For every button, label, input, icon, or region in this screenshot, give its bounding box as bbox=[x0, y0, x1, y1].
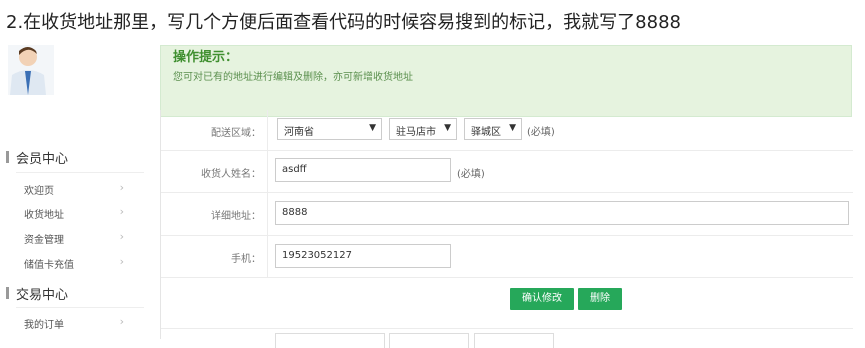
chevron-right-icon: › bbox=[119, 315, 124, 328]
row-divider bbox=[267, 110, 268, 150]
chevron-right-icon: › bbox=[119, 205, 124, 218]
row-divider bbox=[267, 150, 268, 192]
sidebar-item-label: 储值卡充值 bbox=[24, 260, 74, 271]
phone-row: 手机： 19523052127 bbox=[161, 235, 853, 278]
sidebar-item-funds[interactable]: 资金管理 › bbox=[24, 230, 124, 246]
sidebar-item-welcome[interactable]: 欢迎页 › bbox=[24, 181, 124, 197]
dropdown-caret-icon: ▼ bbox=[444, 123, 451, 133]
address-label: 详细地址： bbox=[211, 211, 261, 222]
recipient-name-value: asdff bbox=[282, 164, 307, 175]
group-marker bbox=[6, 287, 9, 299]
phone-label: 手机： bbox=[231, 254, 261, 265]
mobile-input[interactable]: 19523052127 bbox=[275, 244, 451, 268]
address-row: 详细地址： 8888 bbox=[161, 192, 853, 236]
tips-title: 操作提示： bbox=[173, 50, 239, 65]
sidebar-item-label: 资金管理 bbox=[24, 235, 64, 246]
recipient-name-input[interactable]: asdff bbox=[275, 158, 451, 182]
row-divider bbox=[267, 235, 268, 277]
sidebar-item-card-recharge[interactable]: 储值卡充值 › bbox=[24, 255, 124, 271]
sidebar-item-label: 我的订单 bbox=[24, 320, 64, 331]
divider bbox=[16, 172, 144, 173]
required-hint: (必填) bbox=[527, 127, 555, 138]
chevron-right-icon: › bbox=[119, 230, 124, 243]
row-divider bbox=[267, 192, 268, 235]
chevron-right-icon: › bbox=[119, 181, 124, 194]
region-label: 配送区域： bbox=[211, 128, 261, 139]
next-address-row bbox=[161, 328, 853, 348]
ghost-field bbox=[389, 333, 469, 348]
required-hint: (必填) bbox=[457, 169, 485, 180]
district-value: 驿城区 bbox=[471, 127, 501, 138]
sidebar-item-my-orders[interactable]: 我的订单 › bbox=[24, 315, 124, 331]
ghost-field bbox=[474, 333, 554, 348]
group-title: 会员中心 bbox=[16, 152, 69, 167]
group-marker bbox=[6, 151, 9, 163]
avatar bbox=[8, 45, 54, 95]
name-row: 收货人姓名： asdff (必填) bbox=[161, 150, 853, 193]
mobile-value: 19523052127 bbox=[282, 250, 352, 261]
province-select[interactable]: 河南省 ▼ bbox=[277, 118, 382, 140]
sidebar-group-trade-center: 交易中心 bbox=[6, 284, 69, 303]
province-value: 河南省 bbox=[284, 127, 314, 138]
detail-address-value: 8888 bbox=[282, 207, 308, 218]
caption-text: 2.在收货地址那里，写几个方便后面查看代码的时候容易搜到的标记，我就写了8888 bbox=[6, 12, 681, 33]
sidebar-item-address[interactable]: 收货地址 › bbox=[24, 205, 124, 221]
dropdown-caret-icon: ▼ bbox=[369, 123, 376, 133]
delete-button[interactable]: 删除 bbox=[578, 288, 622, 310]
sidebar-item-label: 欢迎页 bbox=[24, 186, 54, 197]
sidebar-group-member-center: 会员中心 bbox=[6, 148, 69, 167]
name-label: 收货人姓名： bbox=[201, 169, 261, 180]
detail-address-input[interactable]: 8888 bbox=[275, 201, 849, 225]
city-select[interactable]: 驻马店市 ▼ bbox=[389, 118, 457, 140]
sidebar-item-label: 收货地址 bbox=[24, 210, 64, 221]
address-form: 配送区域： 河南省 ▼ 驻马店市 ▼ 驿城区 ▼ (必填) 收货人姓名： asd… bbox=[160, 110, 853, 348]
ghost-field bbox=[275, 333, 385, 348]
chevron-right-icon: › bbox=[119, 255, 124, 268]
divider bbox=[16, 307, 144, 308]
avatar-icon bbox=[8, 45, 54, 95]
operation-tips-box: 操作提示： 您可对已有的地址进行编辑及删除，亦可新增收货地址 bbox=[160, 45, 852, 117]
district-select[interactable]: 驿城区 ▼ bbox=[464, 118, 522, 140]
region-row: 配送区域： 河南省 ▼ 驻马店市 ▼ 驿城区 ▼ (必填) bbox=[161, 110, 853, 151]
group-title: 交易中心 bbox=[16, 288, 69, 303]
dropdown-caret-icon: ▼ bbox=[509, 123, 516, 133]
confirm-edit-button[interactable]: 确认修改 bbox=[510, 288, 574, 310]
city-value: 驻马店市 bbox=[396, 127, 436, 138]
tips-text: 您可对已有的地址进行编辑及删除，亦可新增收货地址 bbox=[173, 72, 413, 83]
